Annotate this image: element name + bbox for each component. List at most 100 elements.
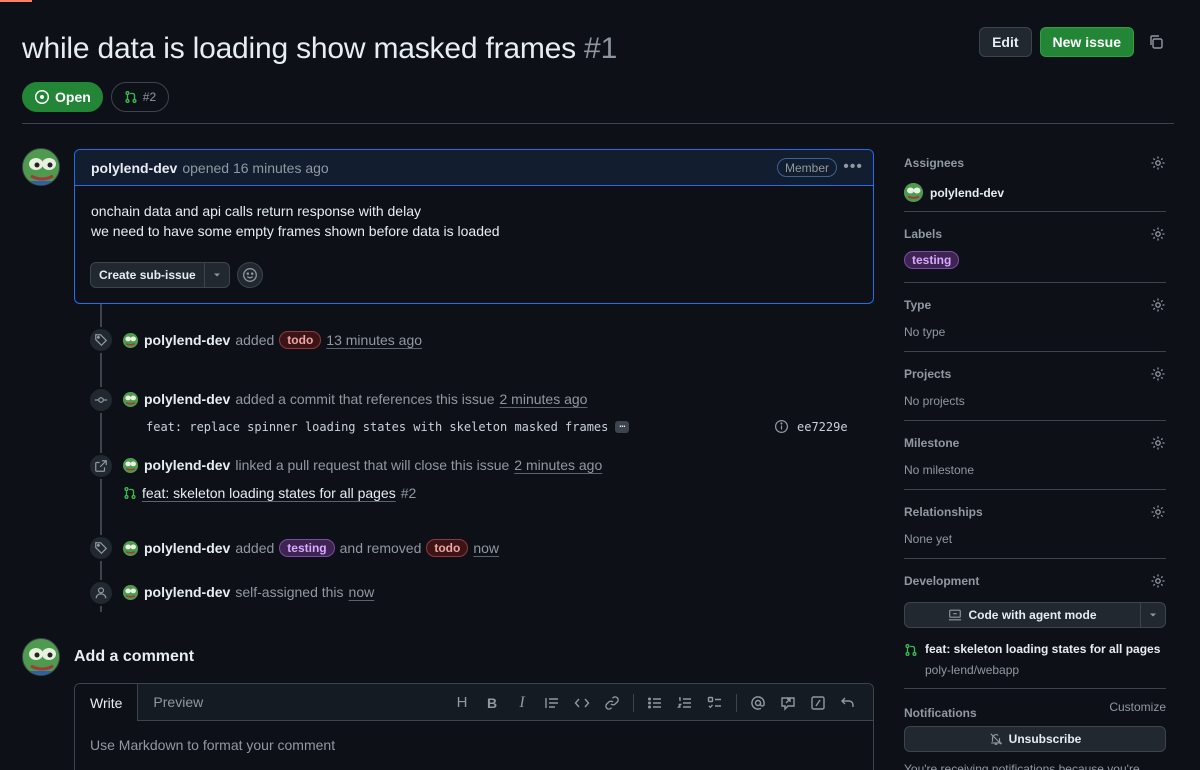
event-avatar[interactable] xyxy=(123,457,138,473)
gear-icon[interactable] xyxy=(1150,297,1166,313)
commit-message[interactable]: feat: replace spinner loading states wit… xyxy=(146,420,608,434)
add-comment-title: Add a comment xyxy=(74,648,195,665)
agent-mode-split-button: Code with agent mode xyxy=(904,602,1166,628)
development-linked-pr[interactable]: feat: skeleton loading states for all pa… xyxy=(904,642,1166,677)
timeline-event-self-assigned: polylend-dev self-assigned this now xyxy=(123,584,374,600)
linked-pr-badge[interactable]: #2 xyxy=(110,82,170,112)
gear-icon[interactable] xyxy=(1150,155,1166,171)
event-time[interactable]: 13 minutes ago xyxy=(326,332,422,348)
event-author[interactable]: polylend-dev xyxy=(144,540,230,556)
heading-icon[interactable]: H xyxy=(447,688,477,718)
quote-icon[interactable] xyxy=(537,688,567,718)
tab-write[interactable]: Write xyxy=(75,684,139,721)
event-author[interactable]: polylend-dev xyxy=(144,457,230,473)
event-action: self-assigned this xyxy=(235,584,344,600)
projects-value: No projects xyxy=(904,394,965,408)
expand-commit-button[interactable]: … xyxy=(615,420,630,433)
gear-icon[interactable] xyxy=(1150,226,1166,242)
label-todo[interactable]: todo xyxy=(279,331,322,349)
sidebar-divider xyxy=(904,282,1166,283)
customize-link[interactable]: Customize xyxy=(1109,700,1166,714)
unordered-list-icon[interactable] xyxy=(640,688,670,718)
info-icon[interactable] xyxy=(774,419,789,434)
ordered-list-icon[interactable] xyxy=(670,688,700,718)
link-external-icon xyxy=(88,453,114,479)
comment-opened-time[interactable]: opened 16 minutes ago xyxy=(182,160,328,176)
bell-slash-icon xyxy=(990,733,1002,745)
event-avatar[interactable] xyxy=(123,584,138,600)
comment-author[interactable]: polylend-dev xyxy=(91,160,177,176)
event-avatar[interactable] xyxy=(123,332,138,348)
timeline-event-pr-linked: polylend-dev linked a pull request that … xyxy=(123,457,602,473)
label-todo[interactable]: todo xyxy=(426,539,469,557)
label-testing[interactable]: testing xyxy=(904,251,960,269)
event-time[interactable]: now xyxy=(349,584,375,600)
gear-icon[interactable] xyxy=(1150,504,1166,520)
timeline-event-label-added: polylend-dev added todo 13 minutes ago xyxy=(123,331,422,349)
gear-icon[interactable] xyxy=(1150,366,1166,382)
comment-line-2: we need to have some empty frames shown … xyxy=(91,223,500,239)
chevron-down-icon[interactable] xyxy=(205,263,229,287)
event-author[interactable]: polylend-dev xyxy=(144,391,230,407)
label-testing[interactable]: testing xyxy=(279,539,335,557)
sidebar-relationships: Relationships None yet xyxy=(904,503,1166,546)
undo-icon[interactable] xyxy=(833,688,863,718)
development-pr-repo[interactable]: poly-lend/webapp xyxy=(925,663,1160,677)
create-sub-issue-button[interactable]: Create sub-issue xyxy=(91,263,205,287)
author-avatar[interactable] xyxy=(22,148,60,186)
event-avatar[interactable] xyxy=(123,391,138,407)
comment-line-1: onchain data and api calls return respon… xyxy=(91,203,421,219)
state-label: Open xyxy=(55,89,91,105)
sidebar-labels: Labels testing xyxy=(904,225,1166,269)
slash-command-icon[interactable] xyxy=(803,688,833,718)
code-icon[interactable] xyxy=(567,688,597,718)
sidebar-projects: Projects No projects xyxy=(904,365,1166,408)
linked-pr-title[interactable]: feat: skeleton loading states for all pa… xyxy=(142,485,396,501)
copy-icon[interactable] xyxy=(1142,28,1170,56)
toolbar-separator xyxy=(736,693,737,712)
linked-pr-number[interactable]: #2 xyxy=(401,485,417,501)
top-accent-bar xyxy=(0,0,32,2)
commit-message-row: feat: replace spinner loading states wit… xyxy=(146,420,630,434)
issue-open-icon xyxy=(34,89,50,105)
assignee-name[interactable]: polylend-dev xyxy=(930,186,1004,200)
commit-sha[interactable]: ee7229e xyxy=(797,420,848,434)
event-action: added a commit that references this issu… xyxy=(235,391,495,407)
assignee-avatar[interactable] xyxy=(904,183,923,202)
event-author[interactable]: polylend-dev xyxy=(144,332,230,348)
event-action: linked a pull request that will close th… xyxy=(235,457,510,473)
event-time[interactable]: 2 minutes ago xyxy=(500,391,588,407)
task-list-icon[interactable] xyxy=(700,688,730,718)
new-issue-button[interactable]: New issue xyxy=(1039,27,1134,57)
gear-icon[interactable] xyxy=(1150,573,1166,589)
pull-request-icon xyxy=(125,91,137,103)
event-author[interactable]: polylend-dev xyxy=(144,584,230,600)
relationships-heading: Relationships xyxy=(904,505,983,519)
event-time[interactable]: 2 minutes ago xyxy=(514,457,602,473)
tab-preview[interactable]: Preview xyxy=(138,684,218,720)
italic-icon[interactable]: I xyxy=(507,688,537,718)
link-icon[interactable] xyxy=(597,688,627,718)
bold-icon[interactable]: B xyxy=(477,688,507,718)
reference-icon[interactable] xyxy=(773,688,803,718)
current-user-avatar[interactable] xyxy=(22,638,60,676)
smiley-icon[interactable] xyxy=(236,262,263,288)
unsubscribe-button[interactable]: Unsubscribe xyxy=(904,726,1166,752)
mention-icon[interactable] xyxy=(743,688,773,718)
code-with-agent-button[interactable]: Code with agent mode xyxy=(905,603,1141,627)
event-avatar[interactable] xyxy=(123,540,138,556)
notifications-reason: You're receiving notifications because y… xyxy=(904,762,1140,770)
header-divider xyxy=(22,123,1174,124)
linked-pr-link[interactable]: feat: skeleton loading states for all pa… xyxy=(123,485,416,501)
development-pr-title[interactable]: feat: skeleton loading states for all pa… xyxy=(925,642,1160,656)
status-row: Open #2 xyxy=(22,82,170,112)
event-time[interactable]: now xyxy=(473,540,499,556)
kebab-menu-icon[interactable]: ••• xyxy=(843,158,863,176)
gear-icon[interactable] xyxy=(1150,435,1166,451)
tag-icon xyxy=(88,327,114,353)
pull-request-icon xyxy=(905,644,917,656)
chevron-down-icon[interactable] xyxy=(1141,603,1165,627)
relationships-value: None yet xyxy=(904,532,953,546)
comment-input-placeholder[interactable]: Use Markdown to format your comment xyxy=(90,737,335,753)
edit-button[interactable]: Edit xyxy=(979,27,1032,57)
